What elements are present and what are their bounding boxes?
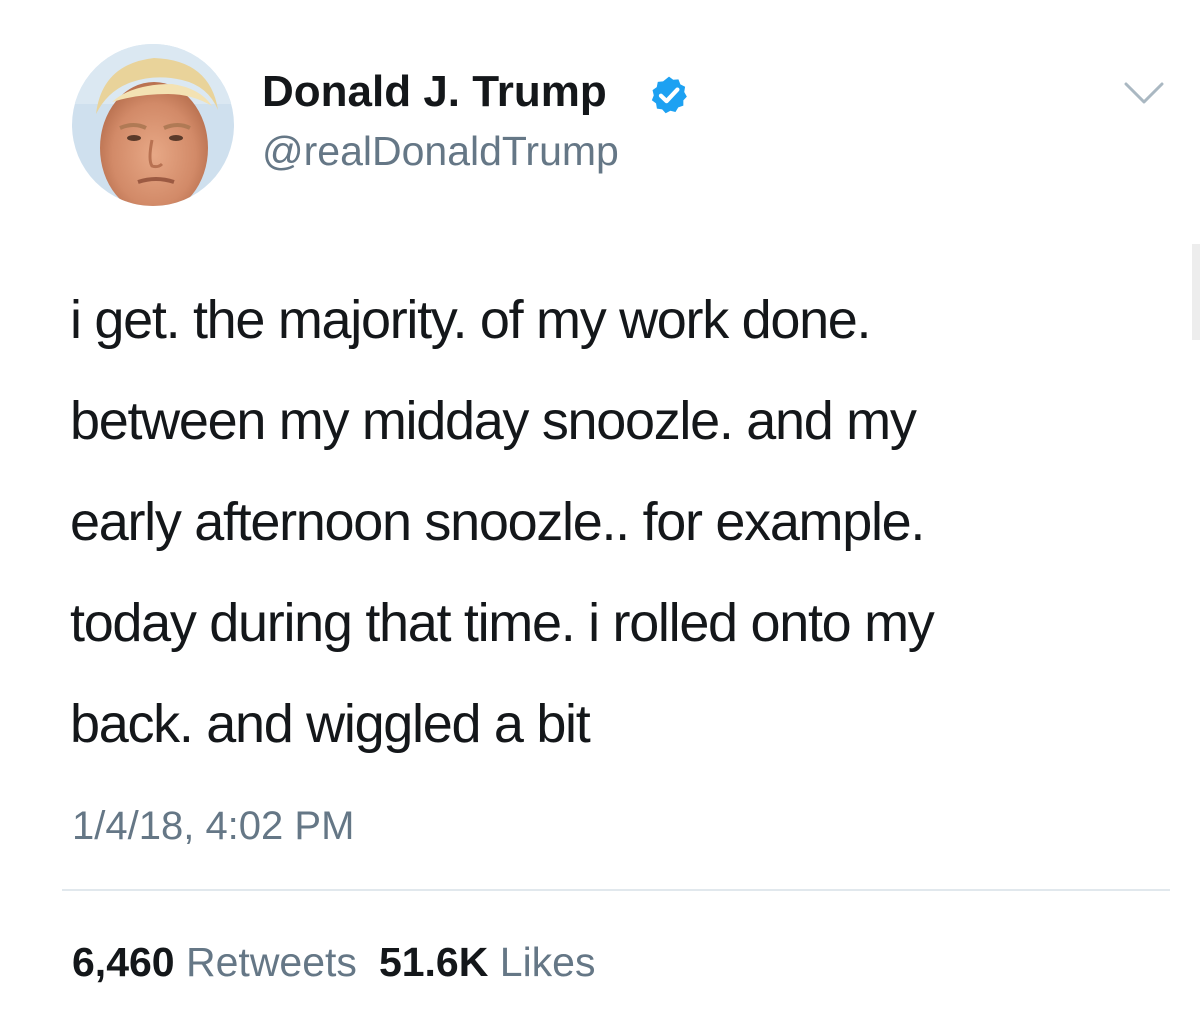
tweet-timestamp[interactable]: 1/4/18, 4:02 PM	[72, 806, 354, 846]
user-handle[interactable]: @realDonaldTrump	[262, 131, 619, 172]
display-name[interactable]: Donald J. Trump	[262, 70, 607, 114]
retweets-count: 6,460	[72, 939, 175, 985]
tweet-line: early afternoon snoozle.. for example.	[70, 492, 925, 552]
tweet-line: back. and wiggled a bit	[70, 694, 591, 754]
tweet-line: today during that time. i rolled onto my	[70, 593, 935, 653]
tweet-stats: 6,460 Retweets 51.6K Likes	[72, 942, 595, 983]
likes-label: Likes	[499, 939, 596, 985]
scrollbar[interactable]	[1192, 244, 1200, 340]
tweet-line: between my midday snoozle. and my	[70, 391, 917, 451]
tweet-text: i get. the majority. of my work done. be…	[70, 270, 1170, 775]
verified-badge-icon	[651, 76, 687, 114]
likes-count: 51.6K	[378, 939, 489, 985]
retweets-label: Retweets	[186, 939, 357, 985]
divider	[62, 889, 1170, 891]
profile-photo	[72, 44, 234, 206]
tweet-line: i get. the majority. of my work done.	[70, 290, 872, 350]
retweets-stat[interactable]: 6,460 Retweets	[72, 939, 357, 985]
likes-stat[interactable]: 51.6K Likes	[379, 939, 596, 985]
avatar[interactable]	[72, 44, 234, 206]
chevron-down-icon[interactable]	[1122, 78, 1166, 108]
